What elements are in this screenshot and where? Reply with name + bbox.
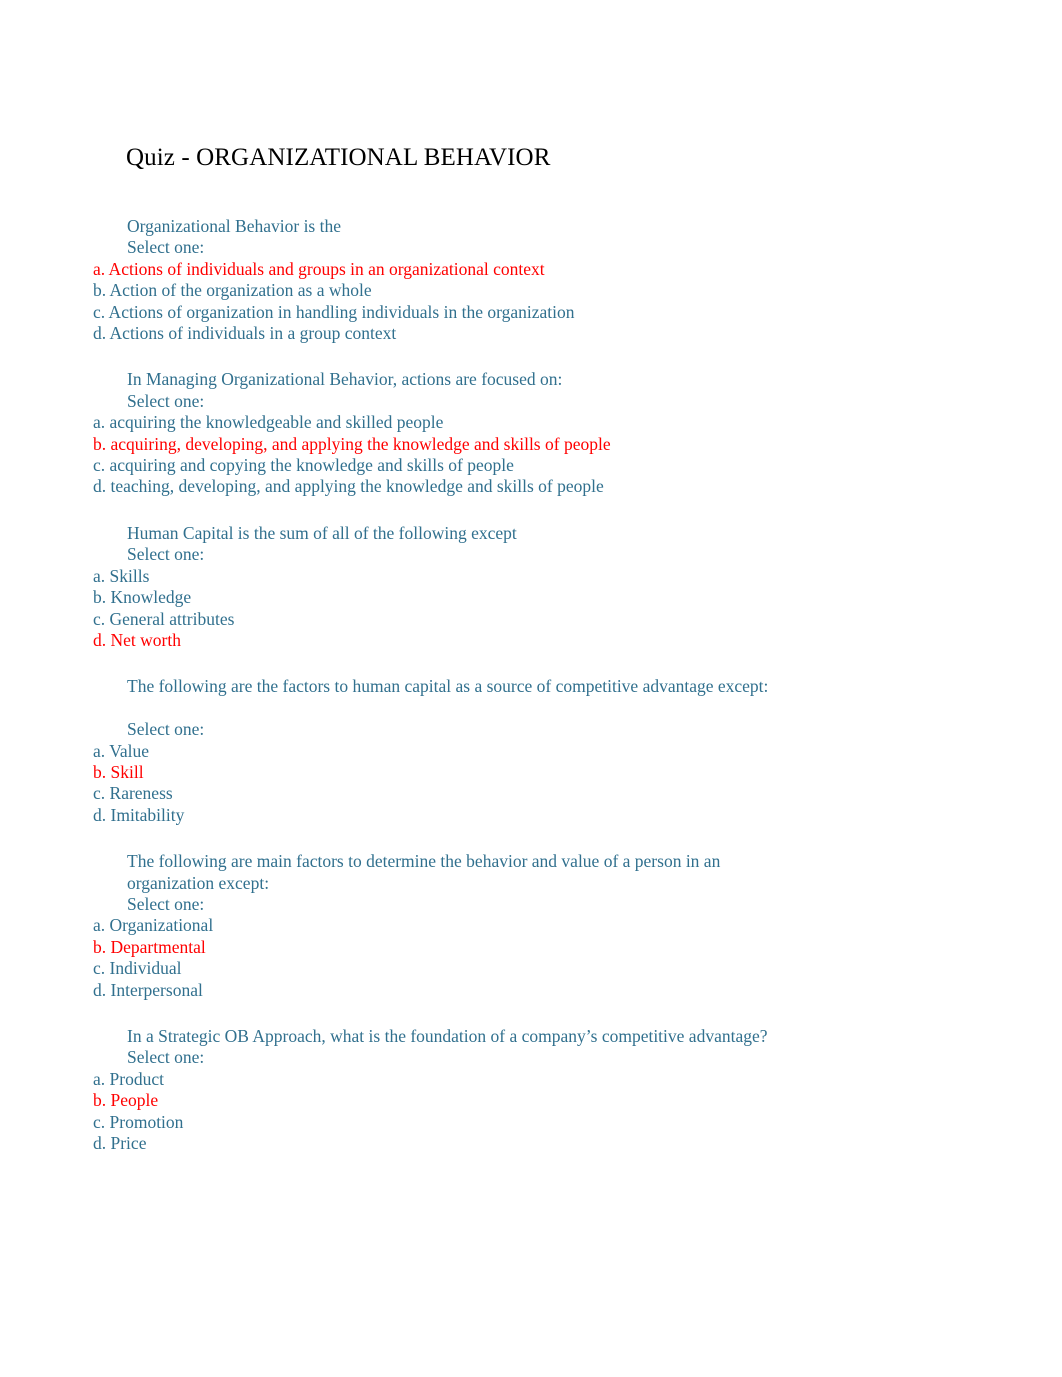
answer-option-correct[interactable]: d. Net worth: [93, 630, 793, 651]
quiz-question-list: Organizational Behavior is the Select one…: [93, 216, 793, 1154]
select-one-label: Select one:: [127, 719, 205, 740]
question-block: The following are the factors to human c…: [93, 676, 793, 826]
answer-option[interactable]: d. Actions of individuals in a group con…: [93, 323, 793, 344]
answer-option[interactable]: c. acquiring and copying the knowledge a…: [93, 455, 793, 476]
answer-option-correct[interactable]: b. Skill: [93, 762, 793, 783]
answer-option[interactable]: b. Action of the organization as a whole: [93, 280, 793, 301]
answer-option[interactable]: c. Individual: [93, 958, 793, 979]
question-block: Human Capital is the sum of all of the f…: [93, 523, 793, 651]
question-stem: In a Strategic OB Approach, what is the …: [127, 1025, 768, 1046]
answer-option-correct[interactable]: b. acquiring, developing, and applying t…: [93, 434, 793, 455]
answer-option[interactable]: d. Imitability: [93, 805, 793, 826]
select-one-label: Select one:: [127, 544, 205, 565]
answer-option[interactable]: c. Promotion: [93, 1112, 793, 1133]
answer-option[interactable]: a. acquiring the knowledgeable and skill…: [93, 412, 793, 433]
answer-option-correct[interactable]: b. Departmental: [93, 937, 793, 958]
select-one-label: Select one:: [127, 1047, 205, 1068]
question-stem: Human Capital is the sum of all of the f…: [127, 522, 517, 543]
answer-option-correct[interactable]: a. Actions of individuals and groups in …: [93, 259, 793, 280]
select-one-label: Select one:: [127, 237, 205, 258]
question-stem: In Managing Organizational Behavior, act…: [127, 369, 563, 390]
question-stem: Organizational Behavior is the: [127, 216, 341, 236]
answer-option[interactable]: a. Skills: [93, 566, 793, 587]
question-block: The following are main factors to determ…: [93, 851, 793, 1001]
answer-option[interactable]: d. teaching, developing, and applying th…: [93, 476, 793, 497]
question-block: In a Strategic OB Approach, what is the …: [93, 1026, 793, 1154]
answer-option[interactable]: c. Actions of organization in handling i…: [93, 302, 793, 323]
page-title: Quiz - ORGANIZATIONAL BEHAVIOR: [126, 143, 551, 171]
answer-option[interactable]: d. Price: [93, 1133, 793, 1154]
answer-option[interactable]: a. Organizational: [93, 915, 793, 936]
answer-option-correct[interactable]: b. People: [93, 1090, 793, 1111]
question-stem: The following are main factors to determ…: [127, 851, 721, 893]
answer-option[interactable]: c. General attributes: [93, 609, 793, 630]
answer-option[interactable]: a. Product: [93, 1069, 793, 1090]
question-block: In Managing Organizational Behavior, act…: [93, 369, 793, 497]
select-one-label: Select one:: [127, 390, 205, 411]
answer-option[interactable]: a. Value: [93, 741, 793, 762]
question-block: Organizational Behavior is the Select one…: [93, 216, 793, 344]
document-page: Quiz - ORGANIZATIONAL BEHAVIOR Organizat…: [0, 0, 1062, 1377]
answer-option[interactable]: b. Knowledge: [93, 587, 793, 608]
select-one-label: Select one:: [127, 893, 205, 914]
question-stem: The following are the factors to human c…: [127, 676, 769, 697]
answer-option[interactable]: c. Rareness: [93, 783, 793, 804]
answer-option[interactable]: d. Interpersonal: [93, 980, 793, 1001]
